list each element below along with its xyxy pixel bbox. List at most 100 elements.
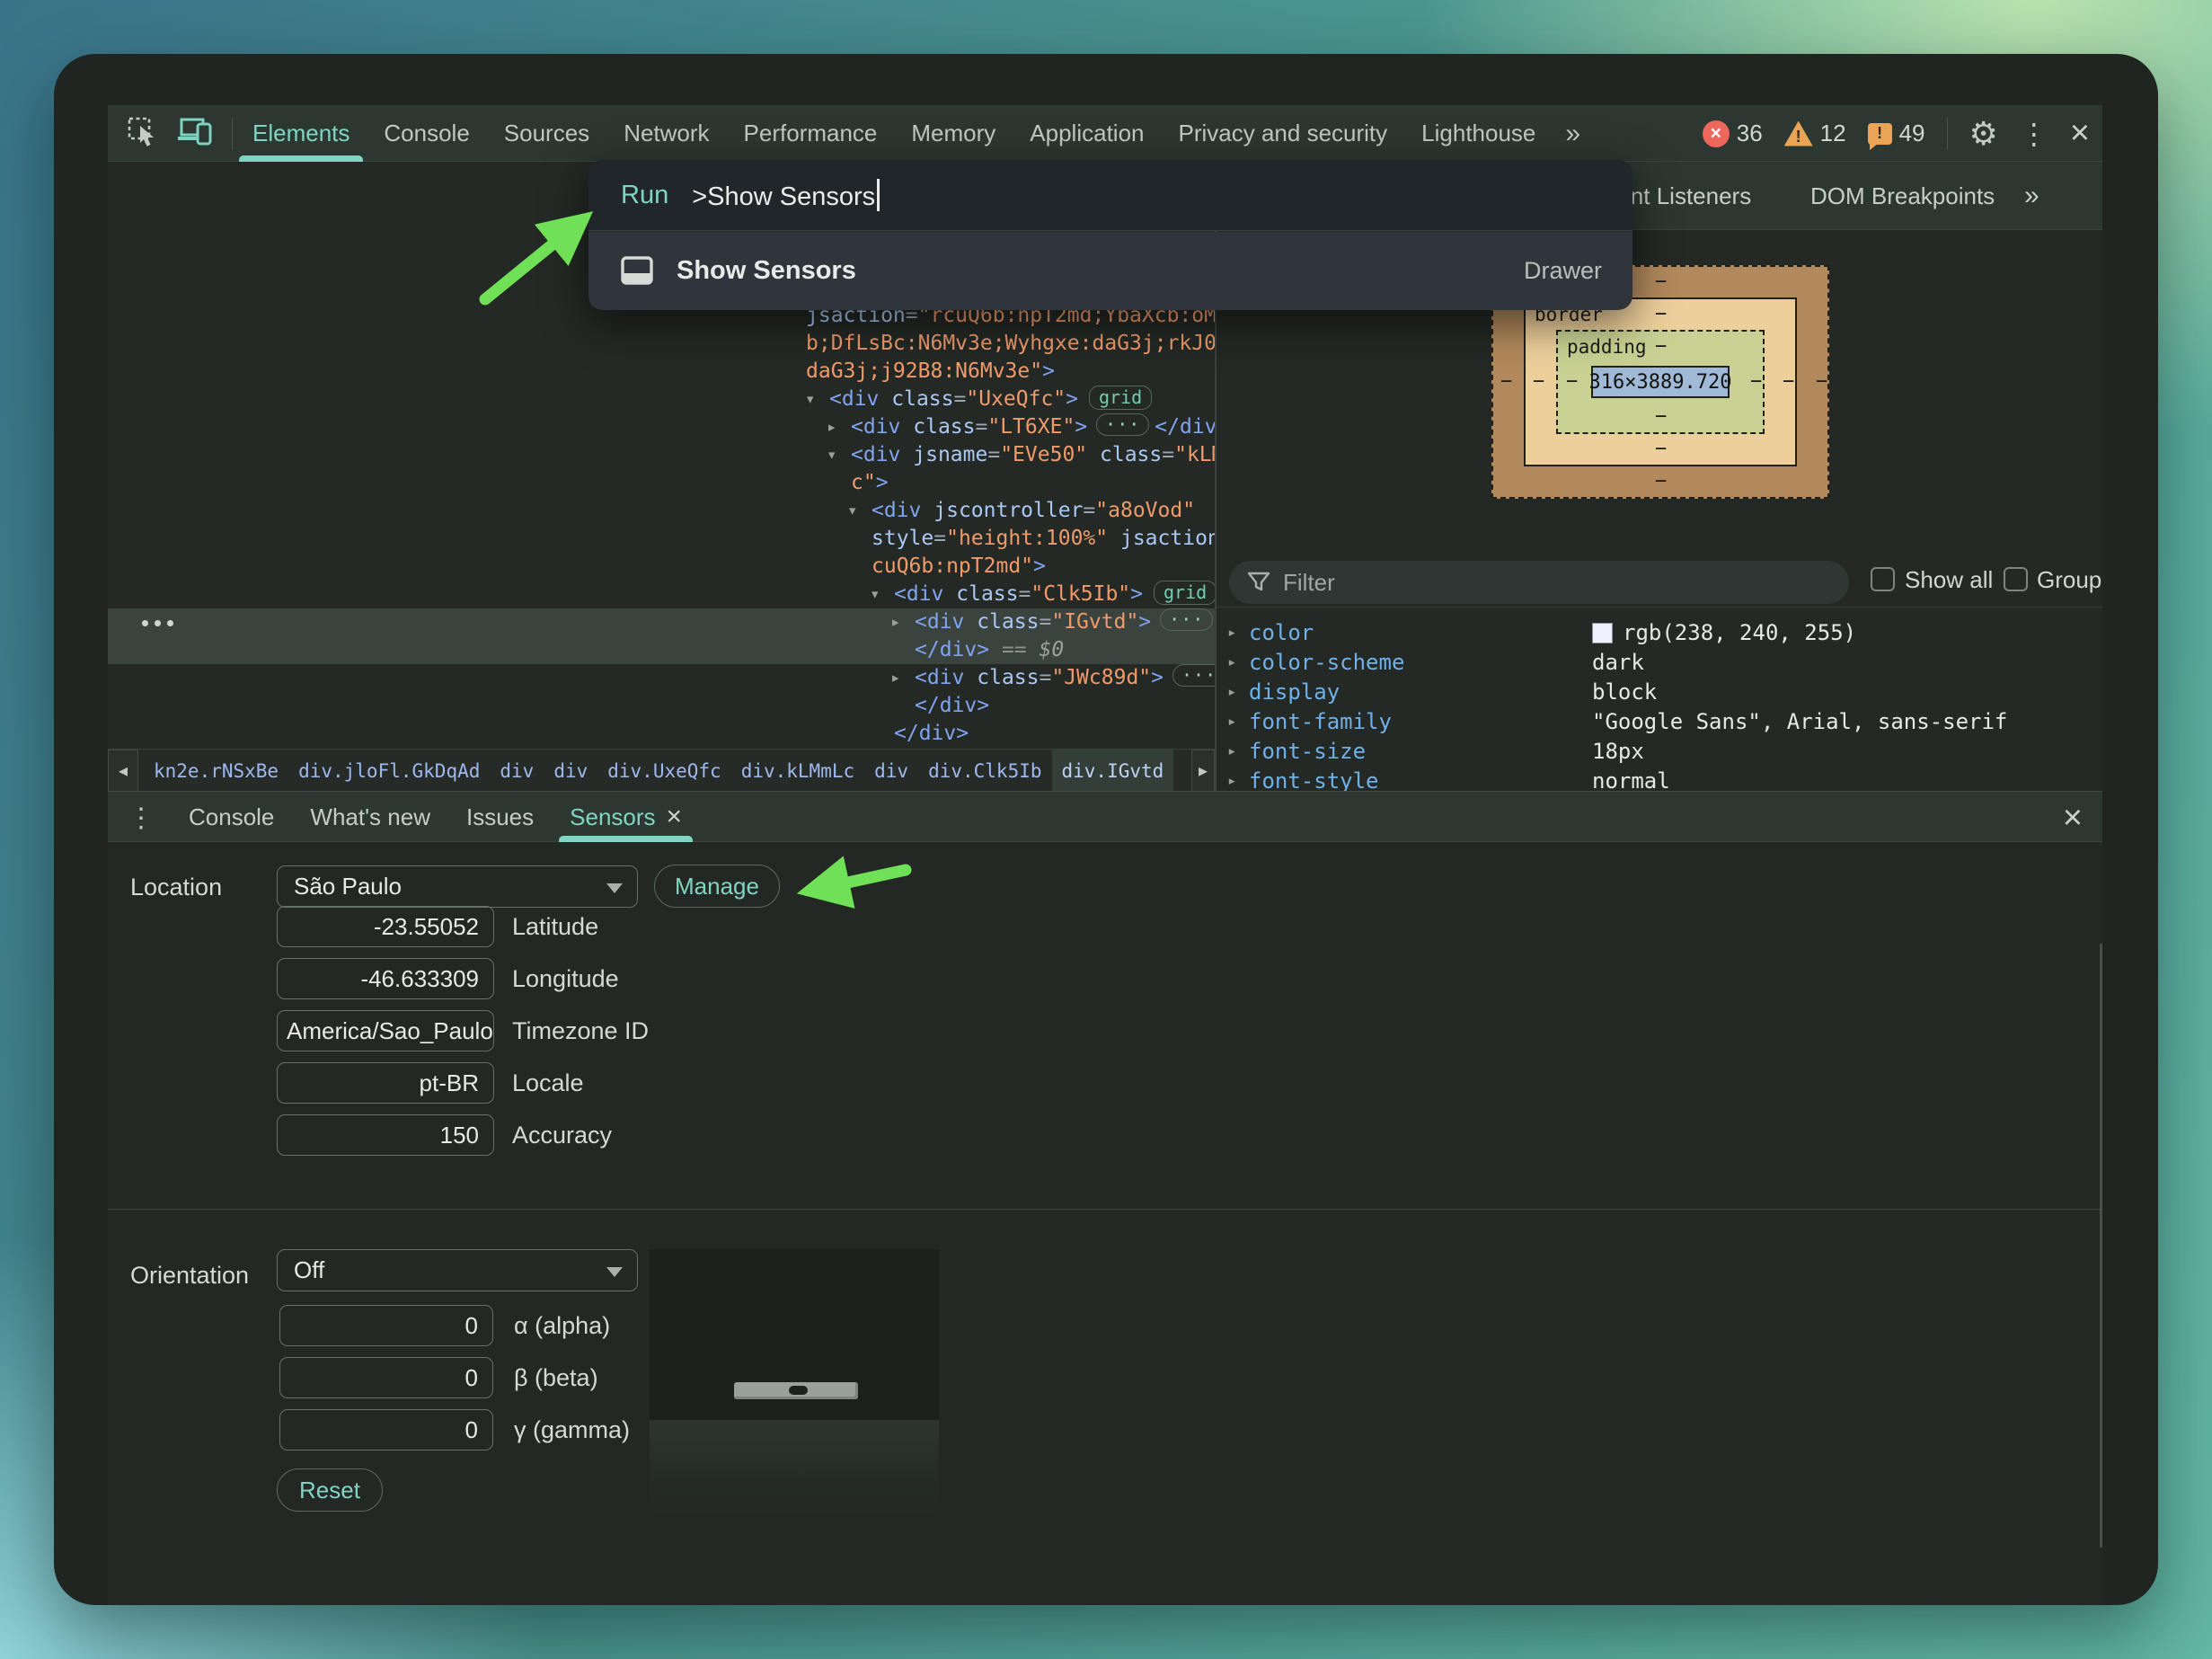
command-result-show-sensors[interactable]: Show Sensors Drawer [588,232,1632,310]
location-select[interactable]: São Paulo [277,865,638,908]
computed-property-color-scheme[interactable]: ▸color-schemedark [1217,648,2102,678]
drawer-scrollbar[interactable] [2100,944,2102,1548]
drawer-tab-what-s-new[interactable]: What's new [292,792,448,842]
dom-node-line[interactable]: ▾<div class="Clk5Ib">grid [108,581,1215,608]
tab-dom-breakpoints[interactable]: DOM Breakpoints [1810,162,1995,230]
tab-elements[interactable]: Elements [235,105,367,162]
breadcrumb-item-div-klmmlc[interactable]: div.kLMmLc [731,750,864,792]
tab-sources[interactable]: Sources [487,105,606,162]
gamma-input[interactable]: 0 [279,1409,493,1451]
more-children-badge[interactable]: ··· [1096,413,1149,436]
breadcrumb-prev-icon[interactable]: ◂ [108,750,138,792]
drawer-tab-issues[interactable]: Issues [448,792,552,842]
collapse-node-icon[interactable]: ▾ [847,497,857,525]
expand-property-icon[interactable]: ▸ [1227,737,1236,767]
tab-performance[interactable]: Performance [727,105,895,162]
collapse-node-icon[interactable]: ▾ [827,441,836,469]
computed-property-color[interactable]: ▸colorrgb(238, 240, 255) [1217,618,2102,648]
drawer-close-icon[interactable]: × [2063,799,2083,838]
group-checkbox[interactable] [2004,567,2028,591]
latitude-input[interactable]: -23.55052 [277,906,494,947]
breadcrumb-item-div-clk5ib[interactable]: div.Clk5Ib [918,750,1051,792]
drawer-tab-console[interactable]: Console [171,792,292,842]
breadcrumb-item-div[interactable]: div [864,750,918,792]
tab-console[interactable]: Console [367,105,486,162]
breadcrumb-item-div-uxeqfc[interactable]: div.UxeQfc [597,750,730,792]
breadcrumb-next-icon[interactable]: ▸ [1191,750,1215,792]
reset-button[interactable]: Reset [277,1468,383,1512]
breadcrumb-item-div[interactable]: div [490,750,544,792]
dom-node-line[interactable]: </div> == $0 [108,636,1215,664]
tab-memory[interactable]: Memory [894,105,1013,162]
dom-node-line[interactable]: </div> [108,692,1215,720]
grid-badge[interactable]: grid [1154,581,1215,605]
orientation-phone-preview[interactable] [650,1249,939,1517]
collapse-node-icon[interactable]: ▾ [870,581,880,608]
border-bottom-value[interactable]: − [1655,438,1667,460]
drawer-kebab-icon[interactable]: ⋮ [128,803,155,834]
dom-node-line[interactable]: ▸<div class="IGvtd">··· [108,608,1215,636]
kebab-menu-icon[interactable]: ⋮ [2020,120,2048,148]
more-children-badge[interactable]: ··· [1160,608,1213,631]
filter-field[interactable] [1229,561,1849,604]
border-right-value[interactable]: − [1783,370,1794,393]
expand-property-icon[interactable]: ▸ [1227,707,1236,737]
padding-right-value[interactable]: − [1750,370,1762,393]
margin-left-value[interactable]: − [1500,370,1512,393]
orientation-select[interactable]: Off [277,1249,638,1291]
dom-node-line[interactable]: ▸<div class="JWc89d">··· [108,664,1215,692]
border-left-value[interactable]: − [1533,370,1544,393]
padding-top-value[interactable]: − [1655,335,1667,358]
margin-right-value[interactable]: − [1816,370,1827,393]
dom-node-line[interactable]: ▸<div class="LT6XE">···</div> [108,413,1215,441]
beta-input[interactable]: 0 [279,1357,493,1398]
expand-property-icon[interactable]: ▸ [1227,767,1236,791]
tab-network[interactable]: Network [606,105,726,162]
computed-property-font-family[interactable]: ▸font-family"Google Sans", Arial, sans-s… [1217,707,2102,737]
computed-property-font-size[interactable]: ▸font-size18px [1217,737,2102,767]
dom-node-line[interactable]: daG3j;j92B8:N6Mv3e"> [108,358,1215,386]
dom-node-line[interactable]: ▾<div jsname="EVe50" class="kLM [108,441,1215,469]
expand-node-icon[interactable]: ▸ [890,664,900,692]
tab-lighthouse[interactable]: Lighthouse [1404,105,1553,162]
computed-property-display[interactable]: ▸displayblock [1217,678,2102,707]
dom-node-line[interactable]: b;DfLsBc:N6Mv3e;Wyhgxe:daG3j;rkJ0h [108,330,1215,358]
margin-top-value[interactable]: − [1655,271,1667,293]
collapse-node-icon[interactable]: ▾ [805,386,815,413]
accuracy-input[interactable]: 150 [277,1114,494,1156]
manage-button[interactable]: Manage [654,865,780,908]
alpha-input[interactable]: 0 [279,1305,493,1346]
breadcrumb-item-kn2e-rnsxbe[interactable]: kn2e.rNSxBe [144,750,288,792]
settings-gear-icon[interactable]: ⚙ [1969,118,1998,150]
breadcrumb-item-div[interactable]: div [544,750,597,792]
more-children-badge[interactable]: ··· [1172,664,1215,687]
expand-node-icon[interactable]: ▸ [890,608,900,636]
dom-node-line[interactable]: c"> [108,469,1215,497]
expand-node-icon[interactable]: ▸ [827,413,836,441]
breadcrumb-item-div-igvtd[interactable]: div.IGvtd [1052,750,1174,792]
drawer-tab-sensors[interactable]: Sensors× [552,792,700,842]
devtools-close-icon[interactable]: × [2070,114,2090,153]
dom-node-line[interactable]: ▾<div class="UxeQfc">grid [108,386,1215,413]
tab-privacy-and-security[interactable]: Privacy and security [1162,105,1405,162]
border-top-value[interactable]: − [1655,303,1667,325]
expand-property-icon[interactable]: ▸ [1227,618,1236,648]
close-tab-icon[interactable]: × [667,802,683,832]
expand-property-icon[interactable]: ▸ [1227,678,1236,707]
dom-node-line[interactable]: style="height:100%" jsaction= [108,525,1215,553]
margin-bottom-value[interactable]: − [1655,470,1667,492]
breadcrumb-item-div-jlofl-gkdqad[interactable]: div.jloFl.GkDqAd [288,750,490,792]
issues-counter[interactable]: ! 49 [1868,120,1925,147]
expand-property-icon[interactable]: ▸ [1227,648,1236,678]
computed-property-font-style[interactable]: ▸font-stylenormal [1217,767,2102,791]
grid-badge[interactable]: grid [1089,386,1152,410]
device-toolbar-icon[interactable] [176,113,216,154]
node-menu-dots-icon[interactable] [142,620,183,627]
timezone-id-input[interactable]: America/Sao_Paulo [277,1010,494,1051]
dom-node-line[interactable]: cuQ6b:npT2md"> [108,553,1215,581]
more-tabs-icon[interactable]: » [1553,105,1593,162]
longitude-input[interactable]: -46.633309 [277,958,494,999]
command-input[interactable]: Run >Show Sensors [588,160,1632,231]
dom-node-line[interactable]: ▾<div jscontroller="a8oVod" [108,497,1215,525]
padding-left-value[interactable]: − [1566,370,1578,393]
